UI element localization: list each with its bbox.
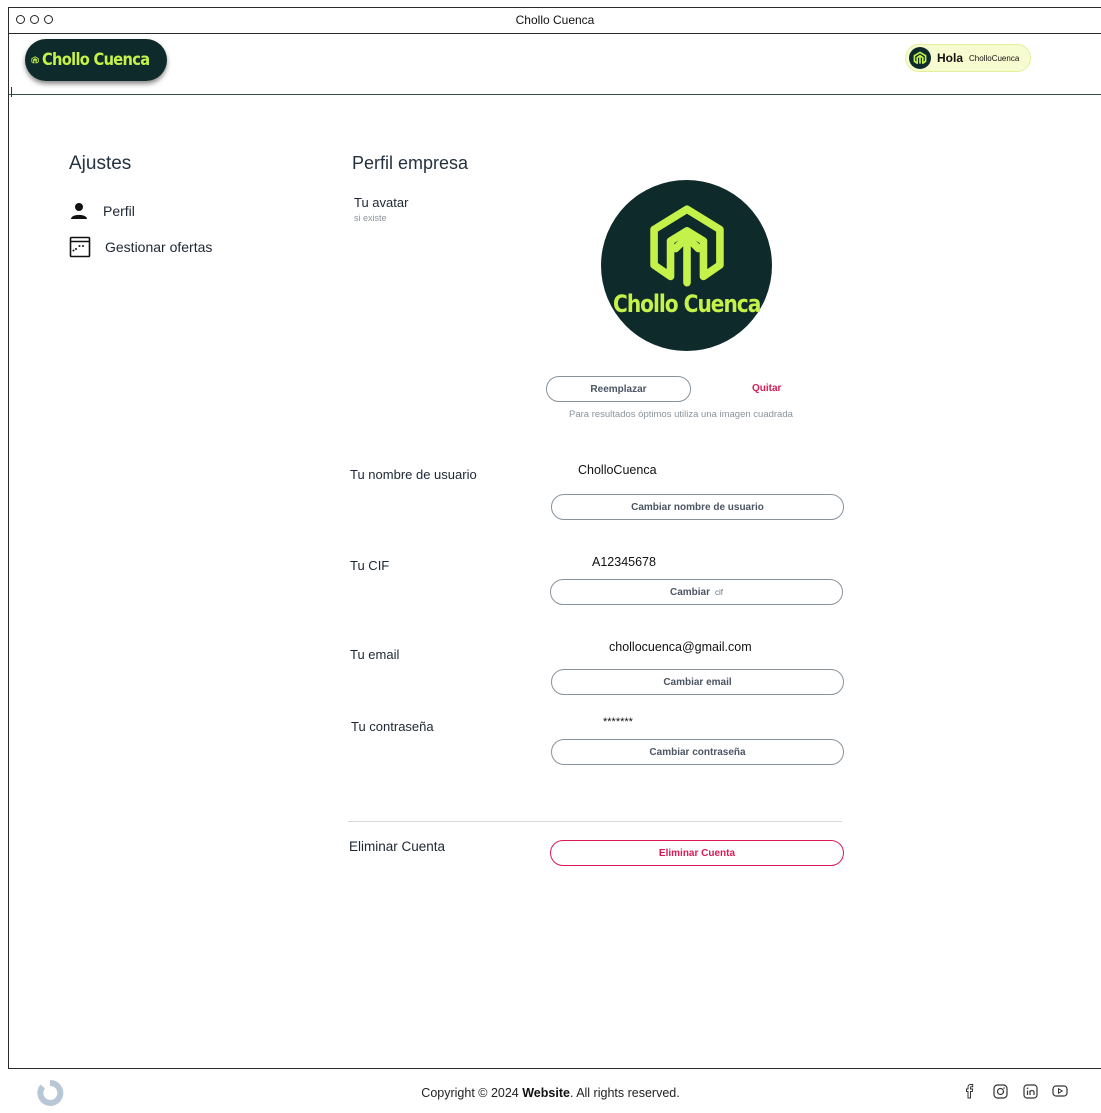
change-cif-suffix: cif (715, 587, 723, 597)
avatar-hint: Para resultados óptimos utiliza una imag… (569, 409, 793, 420)
avatar-label: Tu avatar (354, 195, 409, 210)
text-cursor (11, 87, 12, 97)
calendar-icon (69, 236, 91, 258)
email-value: chollocuenca@gmail.com (609, 640, 752, 654)
username-value: CholloCuenca (578, 463, 657, 477)
user-greeting: Hola (937, 51, 964, 65)
username-label: Tu nombre de usuario (350, 467, 477, 482)
browser-window: Chollo Cuenca Chollo Cuenca Hola CholloC… (8, 7, 1101, 1069)
page-title: Perfil empresa (352, 153, 469, 173)
footer: Copyright © 2024 Website. All rights res… (0, 1069, 1101, 1113)
house-arrow-icon (31, 56, 39, 64)
replace-avatar-button[interactable]: Reemplazar (546, 376, 691, 402)
title-bar: Chollo Cuenca (9, 8, 1101, 34)
copyright-suffix: . All rights reserved. (569, 1086, 680, 1100)
email-label: Tu email (350, 647, 400, 662)
sidebar-item-label: Gestionar ofertas (105, 239, 213, 255)
linkedin-icon[interactable] (1022, 1083, 1038, 1099)
change-username-button[interactable]: Cambiar nombre de usuario (551, 494, 844, 520)
sidebar-item-label: Perfil (103, 203, 135, 219)
cif-value: A12345678 (592, 555, 656, 569)
change-email-button[interactable]: Cambiar email (551, 669, 844, 695)
person-icon (71, 203, 87, 219)
delete-account-label: Eliminar Cuenta (349, 839, 446, 854)
house-arrow-icon (913, 51, 927, 64)
brand-logo[interactable]: Chollo Cuenca (25, 39, 167, 81)
avatar-sublabel: si existe (354, 213, 387, 223)
cif-label: Tu CIF (350, 558, 390, 573)
user-avatar (909, 47, 931, 69)
delete-account-button[interactable]: Eliminar Cuenta (550, 840, 844, 866)
brand-name: Chollo Cuenca (42, 50, 150, 70)
change-cif-label: Cambiar (669, 586, 710, 598)
youtube-icon[interactable] (1052, 1083, 1068, 1099)
sidebar-title: Ajustes (69, 153, 132, 174)
copyright: Copyright © 2024 Website. All rights res… (0, 1086, 1101, 1100)
change-cif-button[interactable]: Cambiar cif (550, 579, 843, 605)
house-arrow-icon (649, 205, 724, 287)
remove-avatar-button[interactable]: Quitar (752, 383, 781, 394)
facebook-icon[interactable] (962, 1083, 978, 1099)
avatar-image: Chollo Cuenca (601, 180, 772, 351)
instagram-icon[interactable] (992, 1083, 1008, 1099)
window-title: Chollo Cuenca (515, 13, 595, 27)
user-name: CholloCuenca (969, 53, 1020, 63)
social-links (962, 1083, 1068, 1099)
password-label: Tu contraseña (351, 719, 434, 734)
navbar: Chollo Cuenca Hola CholloCuenca (9, 35, 1101, 97)
avatar-brand-name: Chollo Cuenca (612, 290, 761, 318)
copyright-brand[interactable]: Website (522, 1086, 570, 1100)
sidebar-item-gestionar-ofertas[interactable]: Gestionar ofertas (69, 236, 212, 258)
section-divider (348, 821, 842, 822)
user-menu[interactable]: Hola CholloCuenca (905, 44, 1031, 72)
password-value: ******* (603, 716, 633, 728)
copyright-prefix: Copyright © 2024 (421, 1086, 523, 1100)
change-password-button[interactable]: Cambiar contraseña (551, 739, 844, 765)
sidebar-item-perfil[interactable]: Perfil (69, 201, 135, 221)
